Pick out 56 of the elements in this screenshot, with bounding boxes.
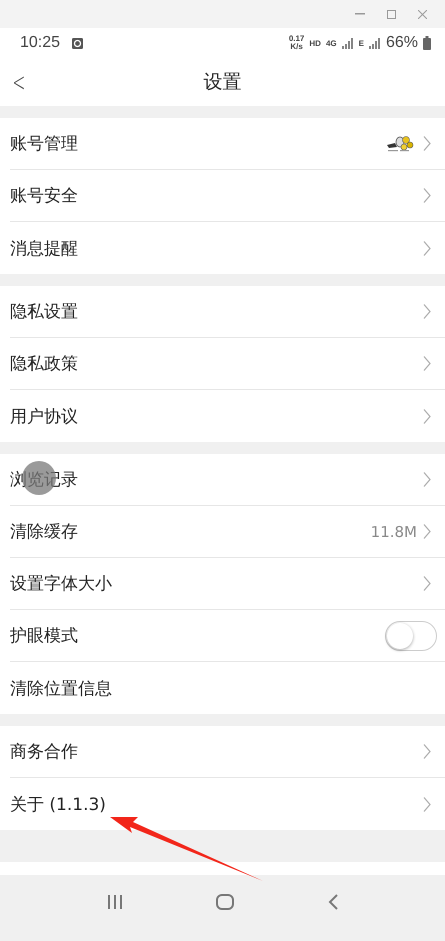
maximize-icon[interactable]	[387, 10, 396, 18]
chevron-icon	[423, 356, 431, 371]
recent-apps-icon[interactable]	[106, 894, 123, 908]
chevron-icon	[423, 136, 431, 151]
home-icon[interactable]	[216, 894, 234, 910]
row-label: 账号管理	[10, 133, 78, 155]
hd-label: HD	[309, 38, 321, 48]
chevron-icon	[423, 524, 431, 539]
back-icon[interactable]	[328, 894, 338, 910]
status-time: 10:25	[20, 34, 60, 52]
settings-row[interactable]: 用户协议	[10, 390, 445, 442]
signal-icon	[368, 38, 381, 48]
battery-icon	[423, 36, 431, 50]
page-title: 设置	[204, 70, 242, 95]
row-label: 清除缓存	[10, 521, 78, 543]
chevron-icon	[423, 240, 431, 256]
settings-row[interactable]: 账号管理	[10, 118, 445, 170]
settings-row[interactable]: 设置字体大小	[10, 558, 445, 610]
row-label: 护眼模式	[10, 625, 78, 647]
settings-row[interactable]: 账号安全	[10, 170, 445, 222]
row-label: 设置字体大小	[10, 573, 112, 595]
chevron-icon	[423, 188, 431, 203]
network-speed: 0.17	[288, 35, 304, 43]
network-label: 4G	[326, 38, 337, 48]
row-label: 清除位置信息	[10, 678, 112, 700]
chevron-icon	[423, 304, 431, 319]
row-label: 商务合作	[10, 741, 78, 763]
notification-icon	[72, 38, 84, 48]
row-label: 账号安全	[10, 185, 78, 207]
back-button[interactable]: <	[12, 68, 26, 98]
settings-row[interactable]: 护眼模式	[10, 610, 445, 662]
toggle-switch[interactable]	[385, 620, 437, 650]
settings-row[interactable]: 清除位置信息	[10, 662, 445, 714]
network-label: E	[358, 38, 364, 48]
row-label: 隐私政策	[10, 353, 78, 375]
chevron-icon	[423, 744, 431, 759]
minimize-icon[interactable]	[355, 13, 365, 15]
row-label: 消息提醒	[10, 238, 78, 260]
battery-percent: 66%	[386, 34, 418, 52]
row-label: 用户协议	[10, 406, 78, 428]
row-label: 隐私设置	[10, 301, 78, 323]
signal-icon	[342, 38, 354, 48]
settings-row[interactable]: 隐私设置	[10, 286, 445, 338]
settings-row[interactable]: 隐私政策	[10, 338, 445, 390]
speed-unit: K/s	[290, 43, 303, 51]
chevron-icon	[423, 796, 431, 812]
chevron-icon	[423, 576, 431, 591]
settings-row[interactable]: 清除缓存 11.8M	[10, 506, 445, 558]
chevron-icon	[423, 408, 431, 424]
cache-size: 11.8M	[370, 522, 417, 540]
chevron-icon	[423, 472, 431, 487]
close-icon[interactable]	[418, 10, 427, 18]
settings-row[interactable]: 关于 (1.1.3)	[10, 778, 445, 830]
settings-row[interactable]: 消息提醒	[10, 222, 445, 274]
row-label: 关于 (1.1.3)	[10, 794, 106, 816]
settings-row[interactable]: 商务合作	[10, 726, 445, 778]
